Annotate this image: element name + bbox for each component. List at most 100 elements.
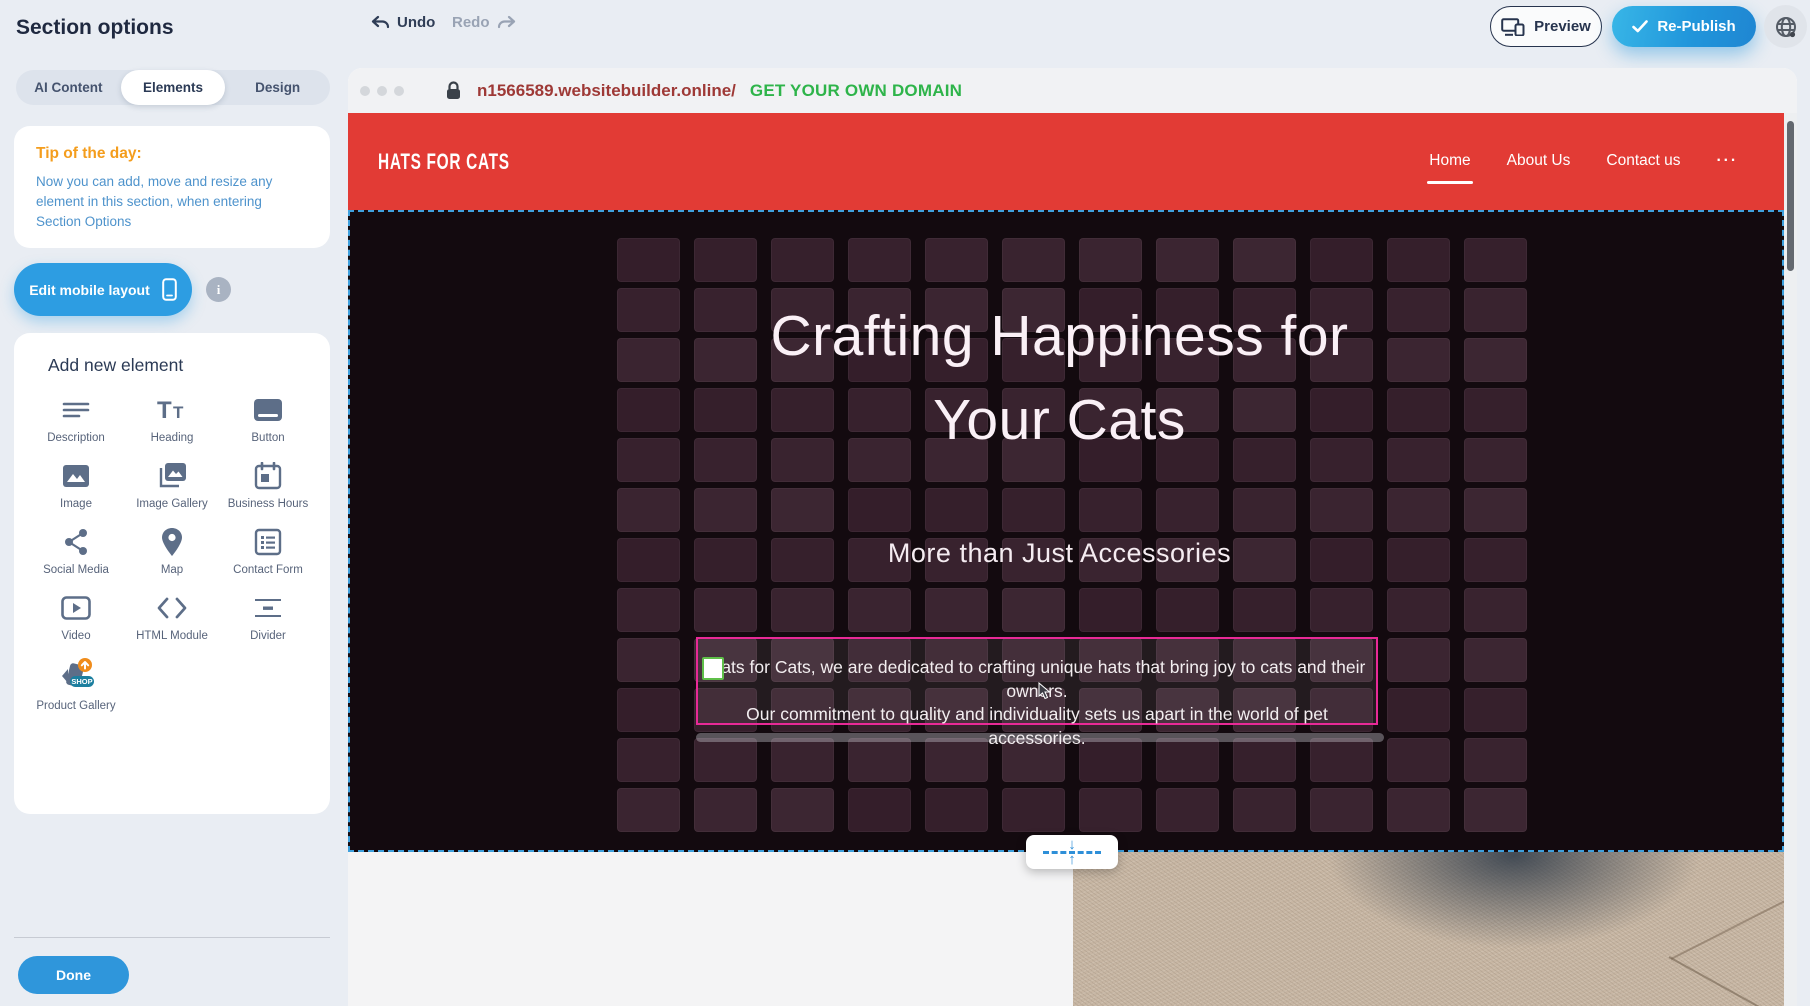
tab-design[interactable]: Design — [225, 70, 330, 105]
site-nav: Home About Us Contact us ··· — [1429, 152, 1738, 172]
pavement-crack — [1671, 898, 1784, 959]
nav-item-home[interactable]: Home — [1429, 152, 1470, 172]
element-label: Button — [251, 431, 284, 445]
hero-tile — [1310, 238, 1373, 282]
section-resize-handle[interactable]: ↓ ↑ — [1026, 835, 1118, 869]
element-item-divider[interactable]: Divider — [250, 590, 286, 643]
hero-tile — [1079, 788, 1142, 832]
element-label: Contact Form — [233, 563, 303, 577]
hero-tile — [1233, 588, 1296, 632]
image-gallery-icon — [154, 458, 190, 494]
devices-icon — [1501, 18, 1525, 36]
hero-tile — [1233, 488, 1296, 532]
panel-tabs: AI Content Elements Design — [16, 70, 330, 105]
hero-tile — [694, 488, 757, 532]
description-icon — [58, 392, 94, 428]
add-element-title: Add new element — [48, 355, 316, 376]
hero-tile — [617, 638, 680, 682]
element-item-video[interactable]: Video — [58, 590, 94, 643]
next-section-background — [348, 852, 1073, 1006]
hero-tile — [925, 238, 988, 282]
tab-elements[interactable]: Elements — [121, 70, 226, 105]
element-item-heading[interactable]: TT Heading — [151, 392, 194, 445]
map-icon — [154, 524, 190, 560]
browser-dots — [360, 86, 404, 96]
language-globe-button[interactable] — [1764, 5, 1807, 48]
hero-tile — [771, 788, 834, 832]
redo-icon — [497, 15, 517, 31]
nav-item-contact-us[interactable]: Contact us — [1606, 152, 1680, 172]
arrow-up-icon: ↑ — [1068, 854, 1076, 866]
element-item-image[interactable]: Image — [58, 458, 94, 511]
element-item-map[interactable]: Map — [154, 524, 190, 577]
element-label: Image — [60, 497, 92, 511]
element-item-social-media[interactable]: Social Media — [43, 524, 109, 577]
tab-ai-content[interactable]: AI Content — [16, 70, 121, 105]
hero-tile — [1079, 238, 1142, 282]
hero-tile — [771, 488, 834, 532]
business-hours-icon — [250, 458, 286, 494]
video-icon — [58, 590, 94, 626]
arrow-down-icon: ↓ — [1068, 839, 1076, 851]
hero-heading[interactable]: Crafting Happiness for Your Cats — [350, 294, 1769, 462]
redo-button[interactable]: Redo — [452, 14, 517, 31]
hero-tile — [1233, 238, 1296, 282]
republish-label: Re-Publish — [1657, 18, 1735, 35]
element-item-contact-form[interactable]: Contact Form — [233, 524, 303, 577]
element-label: Image Gallery — [136, 497, 208, 511]
hero-subheading[interactable]: More than Just Accessories — [350, 538, 1769, 569]
app-stage: Section options Undo Redo Preview Re-Pub… — [0, 0, 1810, 1006]
nav-item-about-us[interactable]: About Us — [1507, 152, 1571, 172]
element-label: Business Hours — [228, 497, 309, 511]
republish-button[interactable]: Re-Publish — [1612, 6, 1756, 47]
hero-tile — [1310, 788, 1373, 832]
info-icon[interactable]: i — [206, 277, 231, 302]
tip-body: Now you can add, move and resize any ele… — [36, 172, 296, 232]
hero-tile — [694, 238, 757, 282]
element-item-description[interactable]: Description — [47, 392, 105, 445]
hero-tile — [1464, 488, 1527, 532]
hero-tile — [1387, 788, 1450, 832]
element-item-product-gallery[interactable]: SHOP Product Gallery — [36, 656, 115, 713]
globe-icon — [1774, 15, 1798, 39]
add-element-panel: Add new element Description TT Heading B… — [14, 333, 330, 814]
hero-tile — [771, 588, 834, 632]
element-label: Heading — [151, 431, 194, 445]
preview-button[interactable]: Preview — [1490, 6, 1602, 47]
hero-tile — [617, 238, 680, 282]
edit-mobile-label: Edit mobile layout — [29, 282, 150, 298]
next-section-image — [1073, 852, 1784, 1006]
svg-text:T: T — [157, 397, 172, 424]
heading-icon: TT — [154, 392, 190, 428]
undo-button[interactable]: Undo — [370, 14, 435, 31]
hero-tile — [925, 588, 988, 632]
hero-text-element-selected[interactable]: Hats for Cats, we are dedicated to craft… — [696, 637, 1378, 725]
site-viewport: HATS FOR CATS Home About Us Contact us ·… — [348, 113, 1784, 1006]
hero-tile — [617, 788, 680, 832]
element-drag-handle[interactable] — [702, 657, 724, 680]
hero-tile — [1002, 588, 1065, 632]
nav-more-button[interactable]: ··· — [1717, 152, 1739, 172]
url-bar[interactable]: n1566589.websitebuilder.online/ — [477, 81, 736, 101]
social-media-icon — [58, 524, 94, 560]
hero-section-selected[interactable]: Crafting Happiness for Your Cats More th… — [348, 210, 1784, 852]
browser-dot — [394, 86, 404, 96]
edit-mobile-layout-button[interactable]: Edit mobile layout — [14, 263, 192, 316]
hero-tile — [1156, 238, 1219, 282]
element-item-html-module[interactable]: HTML Module — [136, 590, 208, 643]
hero-tile — [848, 488, 911, 532]
element-item-button[interactable]: Button — [250, 392, 286, 445]
product-gallery-icon: SHOP — [54, 656, 98, 696]
hero-tile — [848, 788, 911, 832]
get-domain-link[interactable]: GET YOUR OWN DOMAIN — [750, 81, 962, 101]
phone-icon — [162, 278, 177, 301]
site-logo[interactable]: HATS FOR CATS — [378, 149, 510, 175]
element-item-image-gallery[interactable]: Image Gallery — [136, 458, 208, 511]
element-item-business-hours[interactable]: Business Hours — [228, 458, 309, 511]
done-button[interactable]: Done — [18, 956, 129, 994]
element-grid: Description TT Heading Button Image — [28, 392, 316, 713]
hero-tile — [1464, 638, 1527, 682]
hero-tile — [617, 488, 680, 532]
hero-tile — [1002, 488, 1065, 532]
scrollbar-thumb[interactable] — [1787, 121, 1794, 271]
